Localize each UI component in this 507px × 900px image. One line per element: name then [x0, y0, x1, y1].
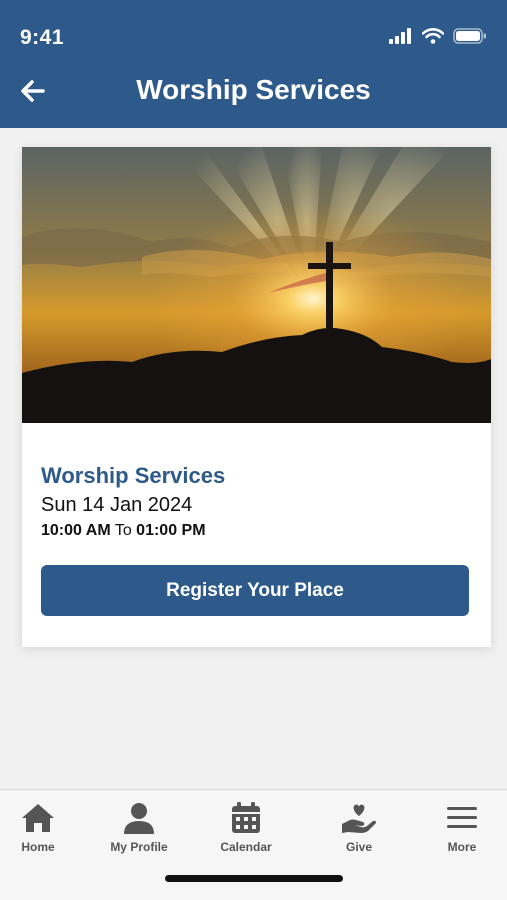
tab-home-label: Home — [21, 840, 55, 854]
tab-my-profile-label: My Profile — [110, 840, 168, 854]
tab-calendar-label: Calendar — [220, 840, 272, 854]
battery-icon — [453, 28, 486, 44]
bottom-tab-bar: Home My Profile Calendar Give More — [0, 789, 507, 900]
tab-give-label: Give — [345, 840, 372, 854]
register-button[interactable]: Register Your Place — [41, 565, 469, 616]
menu-icon — [447, 807, 477, 828]
event-title: Worship Services — [41, 463, 226, 488]
event-card: Worship Services Sun 14 Jan 2024 10:00 A… — [22, 147, 491, 647]
status-time: 9:41 — [20, 26, 65, 49]
event-time-separator: To — [114, 522, 132, 539]
event-time: 10:00 AM To 01:00 PM — [41, 522, 206, 540]
page-title: Worship Services — [136, 74, 371, 105]
event-image — [22, 147, 491, 423]
home-indicator — [165, 875, 343, 882]
tab-home[interactable]: Home — [0, 802, 88, 854]
event-start-time: 10:00 AM — [41, 522, 111, 539]
signal-icon — [389, 28, 411, 44]
status-icons — [389, 28, 487, 44]
wifi-icon — [422, 28, 444, 44]
tab-more[interactable]: More — [412, 802, 507, 854]
tab-give[interactable]: Give — [309, 802, 409, 854]
home-icon — [22, 804, 54, 832]
profile-icon — [124, 803, 154, 834]
app-header: 9:41 Worship Services — [0, 0, 507, 128]
tab-calendar[interactable]: Calendar — [196, 802, 296, 854]
tab-my-profile[interactable]: My Profile — [89, 802, 189, 854]
calendar-icon — [232, 802, 260, 833]
tab-more-label: More — [447, 840, 477, 854]
give-icon — [342, 804, 376, 833]
event-date: Sun 14 Jan 2024 — [41, 494, 193, 516]
event-end-time: 01:00 PM — [136, 522, 206, 539]
